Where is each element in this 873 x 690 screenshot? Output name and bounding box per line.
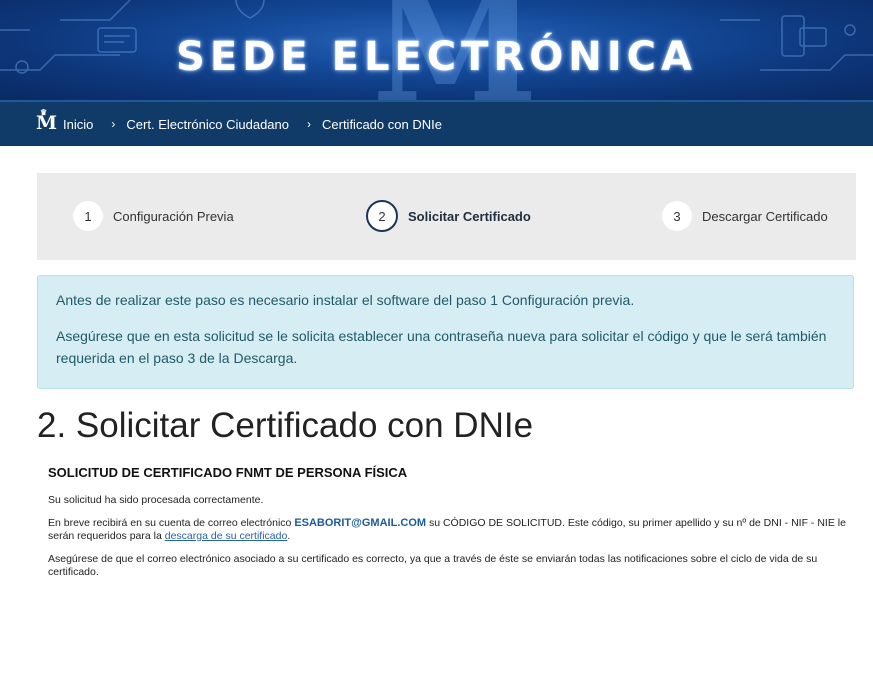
site-banner: M SEDE ELECTRÓNICA: [0, 0, 873, 100]
step-number: 3: [662, 201, 692, 231]
download-certificate-link[interactable]: descarga de su certificado: [165, 530, 288, 542]
step-label: Configuración Previa: [113, 208, 234, 224]
crown-m-icon: ♛ M: [36, 106, 58, 134]
step-configuracion-previa[interactable]: 1 Configuración Previa: [73, 201, 234, 231]
breadcrumb-cert-ciudadano[interactable]: Cert. Electrónico Ciudadano: [126, 117, 289, 132]
step-number: 2: [366, 200, 398, 232]
step-label: Solicitar Certificado: [408, 208, 531, 224]
step-label: Descargar Certificado: [702, 208, 828, 224]
main-content: SOLICITUD DE CERTIFICADO FNMT DE PERSONA…: [48, 465, 848, 589]
user-email: ESABORIT@GMAIL.COM: [294, 517, 427, 529]
breadcrumb-current: Certificado con DNIe: [322, 116, 442, 132]
progress-stepper: 1 Configuración Previa 2 Solicitar Certi…: [37, 173, 856, 260]
breadcrumb: ♛ M Inicio › Cert. Electrónico Ciudadano …: [0, 100, 873, 146]
step-number: 1: [73, 201, 103, 231]
breadcrumb-home[interactable]: Inicio: [63, 117, 93, 132]
info-alert: Antes de realizar este paso es necesario…: [37, 275, 854, 389]
email-notice: En breve recibirá en su cuenta de correo…: [48, 517, 848, 543]
alert-line-1: Antes de realizar este paso es necesario…: [56, 292, 635, 308]
alert-line-2: Asegúrese que en esta solicitud se le so…: [56, 328, 827, 366]
email-notice-text: En breve recibirá en su cuenta de correo…: [48, 517, 295, 529]
section-subtitle: SOLICITUD DE CERTIFICADO FNMT DE PERSONA…: [48, 465, 408, 480]
chevron-right-icon: ›: [307, 117, 311, 131]
page-title: 2. Solicitar Certificado con DNIe: [37, 406, 534, 445]
success-message: Su solicitud ha sido procesada correctam…: [48, 494, 264, 506]
email-notice-end: .: [287, 530, 291, 542]
step-solicitar-certificado[interactable]: 2 Solicitar Certificado: [366, 200, 531, 232]
chevron-right-icon: ›: [111, 117, 116, 131]
email-warning: Asegúrese de que el correo electrónico a…: [48, 553, 818, 578]
step-descargar-certificado[interactable]: 3 Descargar Certificado: [662, 201, 828, 231]
banner-title: SEDE ELECTRÓNICA: [176, 34, 697, 80]
